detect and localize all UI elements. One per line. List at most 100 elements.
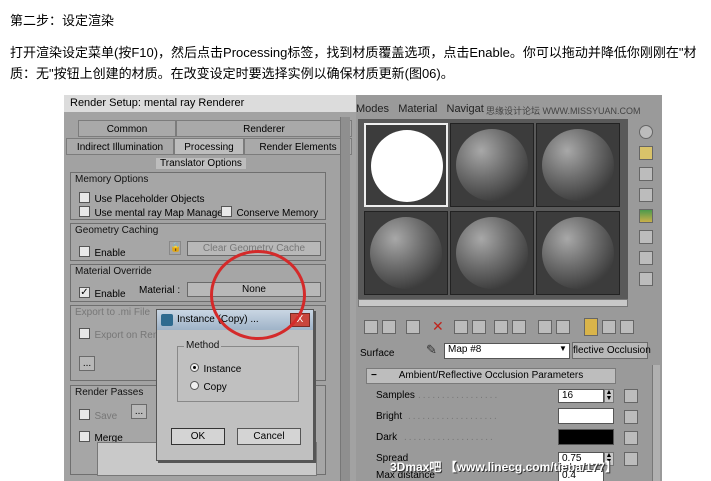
menu-navigation[interactable]: Navigat	[447, 103, 484, 115]
map-type-button[interactable]: flective Occlusion	[572, 342, 651, 359]
map-manager-checkbox[interactable]	[79, 206, 90, 218]
copy-radio[interactable]	[190, 381, 199, 391]
save-checkbox[interactable]	[79, 409, 90, 421]
dark-color-swatch[interactable]	[558, 429, 614, 445]
background-icon[interactable]	[639, 167, 653, 181]
geometry-caching-title: Geometry Caching	[75, 225, 159, 236]
placeholder-objects-checkbox[interactable]	[79, 192, 90, 204]
material-toolbar: ✕	[358, 317, 658, 337]
options-icon[interactable]	[639, 251, 653, 265]
samples-label: Samples	[376, 390, 415, 401]
tab-indirect-illumination[interactable]: Indirect Illumination	[66, 138, 174, 155]
save-option[interactable]: Save	[79, 406, 117, 424]
material-override-enable-option[interactable]: Enable	[79, 284, 126, 302]
instance-option[interactable]: Instance	[190, 359, 241, 377]
samples-spinner[interactable]: ▲ ▼	[604, 389, 614, 403]
sample-sphere	[456, 217, 528, 289]
bright-color-swatch[interactable]	[558, 408, 614, 424]
spread-map-button[interactable]	[624, 452, 638, 466]
chevron-down-icon[interactable]: ▼	[559, 344, 567, 353]
cancel-button[interactable]: Cancel	[237, 428, 301, 445]
make-preview-icon[interactable]	[639, 230, 653, 244]
conserve-memory-label: Conserve Memory	[236, 208, 319, 219]
bright-leader: ...................	[408, 411, 499, 422]
go-to-parent-icon[interactable]	[584, 318, 598, 336]
render-setup-scrollbar[interactable]	[340, 117, 350, 481]
screenshot-image: Render Setup: mental ray Renderer Common…	[64, 95, 662, 481]
export-on-render-checkbox[interactable]	[79, 328, 90, 340]
render-passes-browse-button[interactable]: ...	[131, 404, 147, 419]
material-override-title: Material Override	[75, 266, 152, 277]
sample-slot-6[interactable]	[536, 211, 620, 295]
collapse-icon[interactable]: −	[371, 369, 377, 383]
copy-label: Copy	[203, 382, 227, 393]
sample-sphere	[456, 129, 528, 201]
show-end-result-icon[interactable]	[556, 320, 570, 334]
backlight-icon[interactable]	[639, 146, 653, 160]
map-name-field[interactable]: Map #8	[444, 343, 570, 359]
tab-renderer[interactable]: Renderer	[176, 120, 352, 137]
material-navigator-icon[interactable]	[620, 320, 634, 334]
slots-horizontal-scrollbar[interactable]	[358, 299, 628, 307]
material-label: Material :	[139, 285, 181, 296]
material-id-icon[interactable]	[512, 320, 526, 334]
assign-to-selection-icon[interactable]	[406, 320, 420, 334]
export-browse-button[interactable]: ...	[79, 356, 95, 371]
put-to-library-icon[interactable]	[494, 320, 508, 334]
tab-processing[interactable]: Processing	[174, 138, 244, 155]
sample-slot-1[interactable]	[364, 123, 448, 207]
get-material-icon[interactable]	[364, 320, 378, 334]
method-group: Method Instance Copy	[177, 340, 299, 402]
sample-slots-area	[358, 119, 628, 305]
bright-map-button[interactable]	[624, 410, 638, 424]
sample-slot-5[interactable]	[450, 211, 534, 295]
samples-map-button[interactable]	[624, 389, 638, 403]
tab-common[interactable]: Common	[78, 120, 176, 137]
tab-render-elements[interactable]: Render Elements	[244, 138, 352, 155]
reset-map-icon[interactable]: ✕	[432, 318, 444, 335]
sample-slot-4[interactable]	[364, 211, 448, 295]
render-passes-title: Render Passes	[75, 387, 144, 398]
menu-material[interactable]: Material	[398, 103, 437, 115]
render-setup-title: Render Setup: mental ray Renderer	[64, 95, 356, 112]
eyedropper-icon[interactable]: ✎	[426, 342, 437, 358]
map-manager-option[interactable]: Use mental ray Map Manager	[79, 203, 226, 221]
video-color-check-icon[interactable]	[639, 209, 653, 223]
copy-material-icon[interactable]	[454, 320, 468, 334]
instance-radio[interactable]	[190, 363, 199, 373]
sample-type-icon[interactable]	[639, 125, 653, 139]
sample-slot-3[interactable]	[536, 123, 620, 207]
merge-checkbox[interactable]	[79, 431, 90, 443]
app-icon	[161, 314, 173, 326]
ok-button[interactable]: OK	[171, 428, 225, 445]
dark-map-button[interactable]	[624, 431, 638, 445]
dark-label: Dark	[376, 432, 398, 443]
dark-leader: ...................	[404, 432, 495, 443]
uv-tiling-icon[interactable]	[639, 188, 653, 202]
geometry-cache-enable-label: Enable	[94, 248, 126, 259]
select-by-material-icon[interactable]	[639, 272, 653, 286]
menu-modes[interactable]: Modes	[356, 103, 389, 115]
put-to-scene-icon[interactable]	[382, 320, 396, 334]
occlusion-params-rollout[interactable]: − Ambient/Reflective Occlusion Parameter…	[366, 368, 616, 384]
method-title: Method	[184, 340, 222, 351]
translator-options-rollout[interactable]: Translator Options	[156, 158, 246, 169]
conserve-memory-option[interactable]: Conserve Memory	[221, 203, 318, 221]
show-map-in-viewport-icon[interactable]	[538, 320, 552, 334]
material-override-checkbox[interactable]	[79, 287, 90, 299]
sample-slot-2[interactable]	[450, 123, 534, 207]
map-manager-label: Use mental ray Map Manager	[94, 208, 227, 219]
params-scrollbar[interactable]	[652, 365, 660, 481]
surface-label: Surface	[360, 348, 395, 359]
conserve-memory-checkbox[interactable]	[221, 206, 232, 218]
go-forward-sibling-icon[interactable]	[602, 320, 616, 334]
material-override-enable-label: Enable	[94, 289, 126, 300]
geometry-cache-enable-option[interactable]: Enable	[79, 243, 126, 261]
lock-icon[interactable]: 🔒	[169, 241, 181, 255]
geometry-cache-checkbox[interactable]	[79, 246, 90, 258]
samples-field[interactable]: 16	[558, 389, 604, 403]
make-unique-icon[interactable]	[472, 320, 486, 334]
sample-sphere-white	[371, 130, 443, 202]
memory-options-group: Memory Options Use Placeholder Objects U…	[70, 172, 326, 220]
copy-option[interactable]: Copy	[190, 377, 227, 395]
